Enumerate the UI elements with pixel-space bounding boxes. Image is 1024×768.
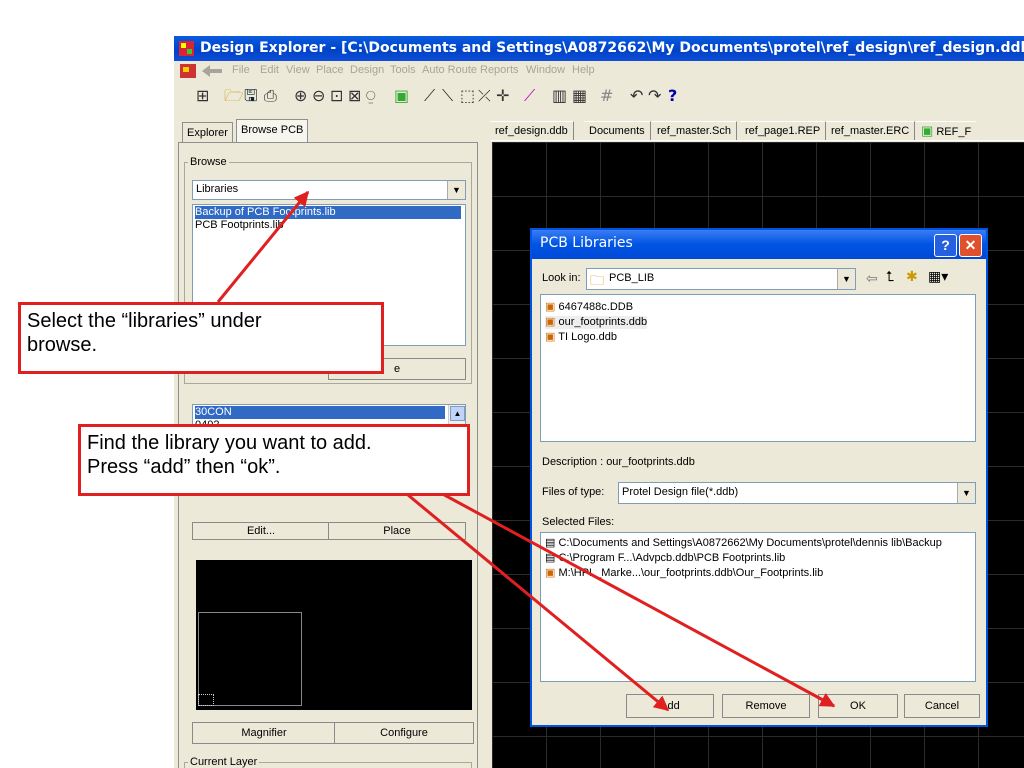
arrow-to-add-button: [401, 488, 670, 712]
arrow-to-libraries-combo: [216, 190, 310, 303]
annotation-arrows: [216, 190, 836, 712]
callout-line: browse.: [27, 334, 98, 356]
callout-select-libraries: Select the “libraries” under browse.: [18, 302, 384, 374]
callout-line: Select the “libraries” under: [27, 310, 262, 332]
arrow-to-ok-button: [401, 470, 836, 708]
callout-line: Press “add” then “ok”.: [87, 456, 281, 478]
callout-line: Find the library you want to add.: [87, 432, 372, 454]
callout-find-library: Find the library you want to add. Press …: [78, 424, 470, 496]
